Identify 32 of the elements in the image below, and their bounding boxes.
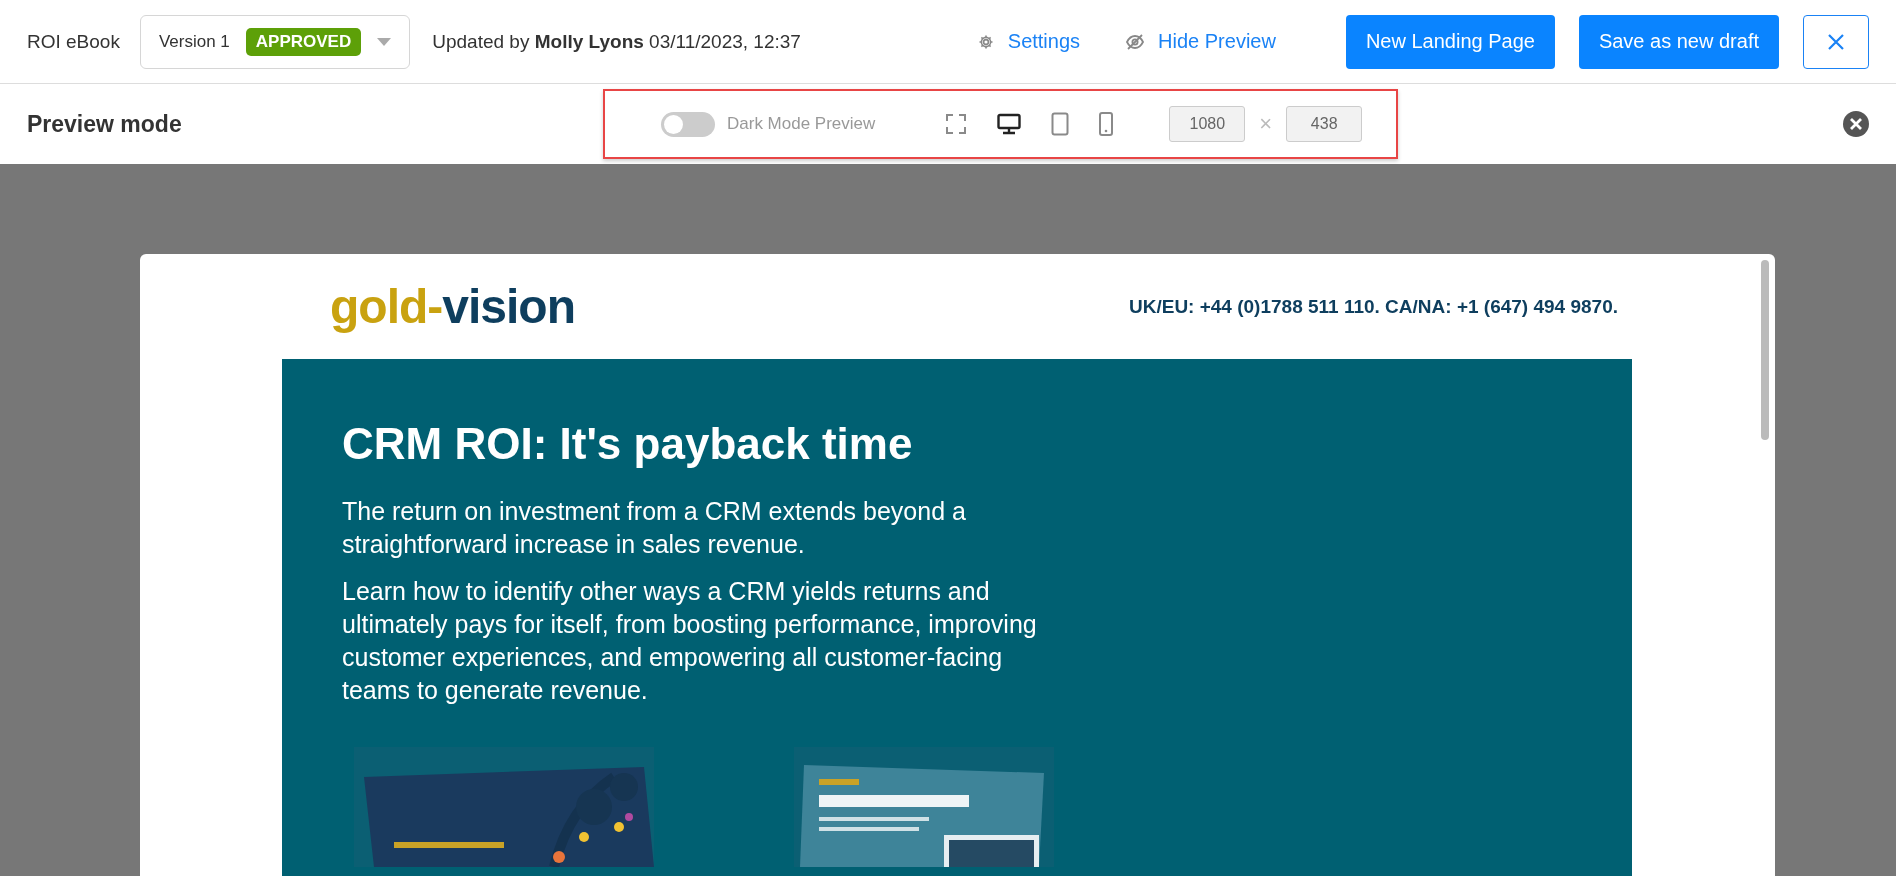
close-icon — [1843, 111, 1869, 137]
close-preview-button[interactable] — [1843, 111, 1869, 137]
tablet-icon[interactable] — [1051, 112, 1070, 136]
version-label: Version 1 — [158, 31, 230, 52]
close-button[interactable] — [1803, 14, 1869, 69]
toggle-label: Dark Mode Preview — [727, 114, 876, 134]
hero-heading: CRM ROI: It's payback time — [342, 419, 914, 469]
settings-link[interactable]: Settings — [977, 30, 1081, 53]
height-field[interactable]: 438 — [1286, 106, 1363, 142]
hero-paragraph: Learn how to identify other ways a CRM yields returns and ultimately pays for itself, from boosting performance, improving customer experiences, and empowering all customer-facing teams to generate revenue. — [342, 576, 1038, 706]
toggle-switch[interactable] — [661, 111, 715, 137]
close-icon — [1827, 32, 1845, 51]
status-badge: APPROVED — [245, 27, 362, 56]
document-title: ROI eBook — [27, 30, 120, 53]
scrollbar-thumb[interactable] — [1761, 260, 1769, 440]
caret-icon — [377, 37, 392, 46]
settings-icon — [977, 33, 994, 50]
times-sign: × — [1259, 111, 1273, 137]
logo: gold-vision — [330, 279, 575, 334]
contact-text: UK/EU: +44 (0)1788 511 110. CA/NA: +1 (647) 494 9870. — [1129, 295, 1618, 318]
updated-text: Updated by Molly Lyons 03/11/2023, 12:37 — [432, 30, 801, 53]
new-landing-page-button[interactable]: New Landing Page — [1345, 14, 1555, 69]
version-dropdown[interactable]: Version 1 APPROVED — [139, 14, 411, 69]
fullscreen-icon[interactable] — [945, 113, 968, 135]
save-draft-button[interactable]: Save as new draft — [1578, 14, 1779, 69]
preview-title: Preview mode — [27, 110, 183, 138]
width-field[interactable]: 1080 — [1169, 106, 1246, 142]
mobile-icon[interactable] — [1099, 112, 1114, 136]
desktop-icon[interactable] — [997, 113, 1022, 135]
eye-slash-icon — [1126, 32, 1145, 51]
hero-paragraph: The return on investment from a CRM extends beyond a straightforward increase in sales revenue. — [342, 496, 967, 560]
hide-preview-link[interactable]: Hide Preview — [1126, 30, 1276, 53]
